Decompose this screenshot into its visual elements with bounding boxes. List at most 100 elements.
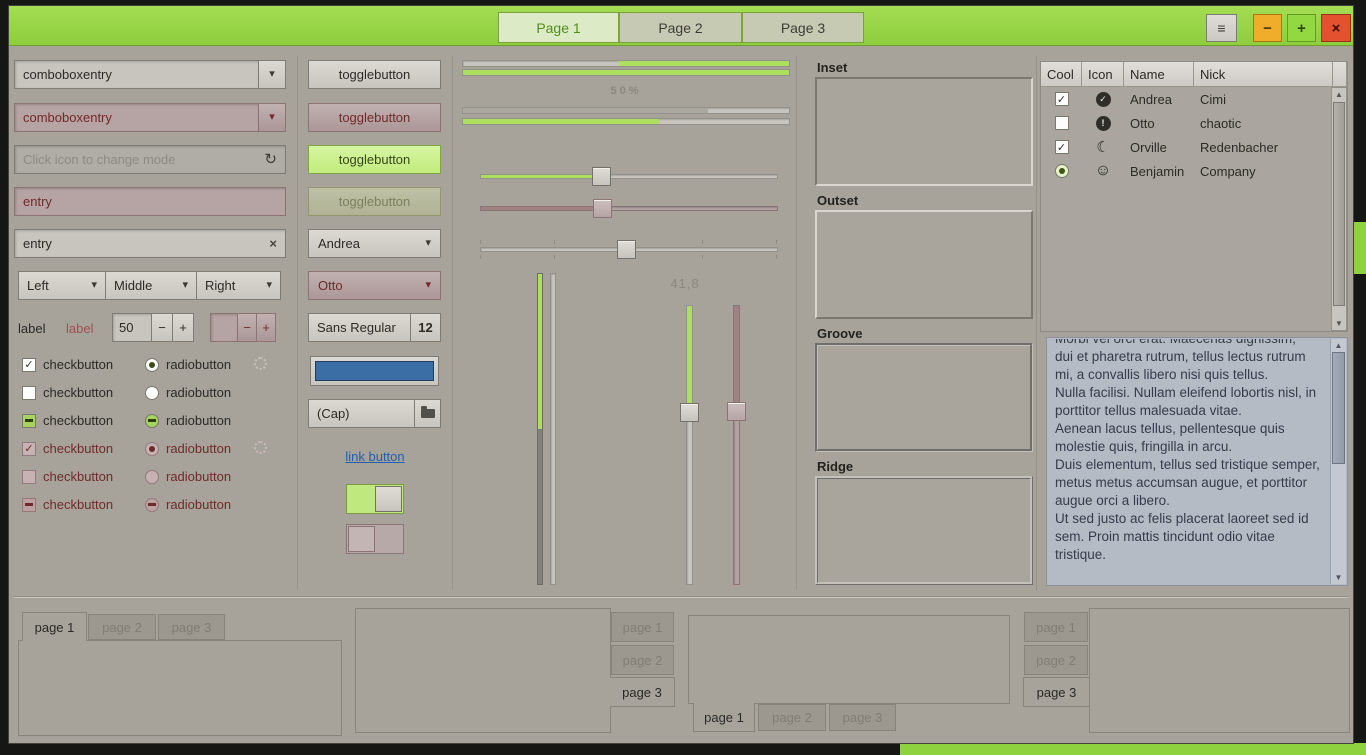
spinbutton-plus-button: + (256, 313, 276, 342)
column-header-nick[interactable]: Nick (1194, 62, 1333, 87)
notebook-bottom-tab-page-2[interactable]: page 2 (758, 704, 826, 731)
tree-row[interactable]: ! Otto chaotic (1041, 111, 1333, 135)
row-checkbox-checked[interactable]: ✓ (1055, 92, 1069, 106)
textview-scrollbar[interactable]: ▲ ▼ (1330, 339, 1346, 584)
radiobutton-unchecked[interactable]: radiobutton (145, 385, 231, 400)
radiobutton-label: radiobutton (166, 385, 231, 400)
menu-button[interactable]: ≡ (1206, 14, 1237, 42)
column-header-stub (1333, 62, 1347, 87)
radio-mixed-icon[interactable] (145, 414, 159, 428)
scale-track (733, 305, 740, 585)
combobox-value: Otto (318, 278, 343, 293)
header-tab-page-1[interactable]: Page 1 (498, 12, 619, 43)
scale-slider[interactable] (680, 403, 699, 422)
checkbox-mixed-icon[interactable] (22, 414, 36, 428)
entry-clearable[interactable]: entry × (14, 229, 286, 258)
column-header-cool[interactable]: Cool (1041, 62, 1082, 87)
notebook-right-tab-page-3[interactable]: page 3 (610, 677, 675, 707)
combo-middle[interactable]: Middle▾ (105, 271, 197, 300)
notebook-left-tab-page-2[interactable]: page 2 (1024, 645, 1088, 675)
spinbutton-plus-button[interactable]: + (172, 313, 194, 342)
header-tab-page-3[interactable]: Page 3 (742, 12, 864, 43)
radio-checked-icon (145, 442, 159, 456)
scrollbar-up-icon[interactable]: ▲ (1335, 339, 1343, 352)
scale-slider[interactable] (617, 240, 636, 259)
tree-row[interactable]: ✓ ✓ Andrea Cimi (1041, 87, 1333, 111)
scale-horizontal[interactable] (480, 167, 778, 186)
scale-slider[interactable] (592, 167, 611, 186)
switch-knob[interactable] (375, 486, 402, 512)
refresh-icon[interactable]: ↻ (264, 152, 277, 167)
radiobutton-checked[interactable]: radiobutton (145, 357, 231, 372)
file-chooser-button[interactable]: (Cap) (308, 399, 441, 428)
spinbutton-value[interactable]: 50 (112, 313, 152, 342)
scale-slider (593, 199, 612, 218)
combo-right[interactable]: Right▾ (196, 271, 281, 300)
checkbutton-mixed[interactable]: checkbutton (22, 413, 113, 428)
comboboxentry[interactable]: comboboxentry ▾ (14, 60, 286, 89)
notebook-top-tab-page-3[interactable]: page 3 (158, 614, 225, 640)
scrollbar-thumb[interactable] (1332, 352, 1345, 464)
radio-unchecked-icon[interactable] (145, 386, 159, 400)
scrollbar-up-icon[interactable]: ▲ (1335, 88, 1343, 101)
comboboxentry-dropdown-button[interactable]: ▾ (258, 60, 286, 89)
togglebutton-normal[interactable]: togglebutton (308, 60, 441, 89)
column-header-icon[interactable]: Icon (1082, 62, 1124, 87)
minimize-button[interactable]: − (1253, 14, 1282, 42)
switch-knob[interactable] (348, 526, 375, 552)
notebook-left-tab-page-1[interactable]: page 1 (1024, 612, 1088, 642)
tree-scrollbar[interactable]: ▲ ▼ (1331, 87, 1347, 331)
notebook-top-tab-page-1[interactable]: page 1 (22, 612, 87, 641)
notebook-bottom-tab-page-3[interactable]: page 3 (829, 704, 896, 731)
combobox-name[interactable]: Andrea▾ (308, 229, 441, 258)
radiobutton-mixed[interactable]: radiobutton (145, 413, 231, 428)
scale-track[interactable] (686, 305, 693, 585)
combo-left[interactable]: Left▾ (18, 271, 106, 300)
switch-off[interactable] (346, 524, 404, 554)
switch-on[interactable] (346, 484, 404, 514)
scrollbar-down-icon[interactable]: ▼ (1335, 571, 1343, 584)
notebook-right-tab-page-2[interactable]: page 2 (611, 645, 674, 675)
scrollbar-down-icon[interactable]: ▼ (1335, 317, 1343, 330)
notebook-bottom-tab-page-1[interactable]: page 1 (693, 703, 755, 732)
clear-icon[interactable]: × (269, 237, 277, 250)
color-button[interactable] (310, 356, 439, 386)
row-checkbox-checked[interactable]: ✓ (1055, 140, 1069, 154)
row-checkbox-unchecked[interactable] (1055, 116, 1069, 130)
checkbutton-label: checkbutton (43, 413, 113, 428)
tree-row[interactable]: ☺ Benjamin Company (1041, 159, 1333, 183)
scale-horizontal-marks[interactable] (480, 240, 778, 259)
comboboxentry-text[interactable]: comboboxentry (14, 60, 259, 89)
column-header-name[interactable]: Name (1124, 62, 1194, 87)
notebook-left-tab-page-3[interactable]: page 3 (1023, 677, 1089, 707)
scale-fill (481, 207, 602, 210)
checkbutton-label: checkbutton (43, 385, 113, 400)
notebook-right-tab-page-1[interactable]: page 1 (611, 612, 674, 642)
checkbox-unchecked-icon[interactable] (22, 386, 36, 400)
tree-cell-name: Benjamin (1124, 164, 1194, 179)
checkbutton-checked[interactable]: ✓checkbutton (22, 357, 113, 372)
header-tab-page-2[interactable]: Page 2 (619, 12, 742, 43)
scrollbar-thumb[interactable] (1333, 102, 1345, 306)
check-circle-icon: ✓ (1096, 92, 1111, 107)
scale-vertical[interactable] (680, 305, 699, 585)
tree-row[interactable]: ✓ ☾ Orville Redenbacher (1041, 135, 1333, 159)
row-radio-checked[interactable] (1055, 164, 1069, 178)
maximize-button[interactable]: + (1287, 14, 1316, 42)
close-button[interactable]: × (1321, 14, 1351, 42)
radiobutton-unchecked-disabled: radiobutton (145, 469, 231, 484)
spinbutton[interactable]: 50 − + (112, 313, 194, 342)
textview-text[interactable]: Morbi vel orci erat. Maecenas dignissim,… (1048, 339, 1326, 564)
comboboxentry-value: comboboxentry (23, 110, 112, 125)
scale-track[interactable] (480, 174, 778, 179)
checkbox-checked-icon[interactable]: ✓ (22, 358, 36, 372)
radio-checked-icon[interactable] (145, 358, 159, 372)
link-button[interactable]: link button (330, 449, 420, 464)
notebook-top-tab-page-2[interactable]: page 2 (88, 614, 156, 640)
tree-cell-nick: Company (1194, 164, 1333, 179)
textview[interactable]: Morbi vel orci erat. Maecenas dignissim,… (1046, 337, 1348, 586)
checkbutton-unchecked[interactable]: checkbutton (22, 385, 113, 400)
spinbutton-minus-button[interactable]: − (151, 313, 173, 342)
togglebutton-active[interactable]: togglebutton (308, 145, 441, 174)
font-button[interactable]: Sans Regular 12 (308, 313, 441, 342)
